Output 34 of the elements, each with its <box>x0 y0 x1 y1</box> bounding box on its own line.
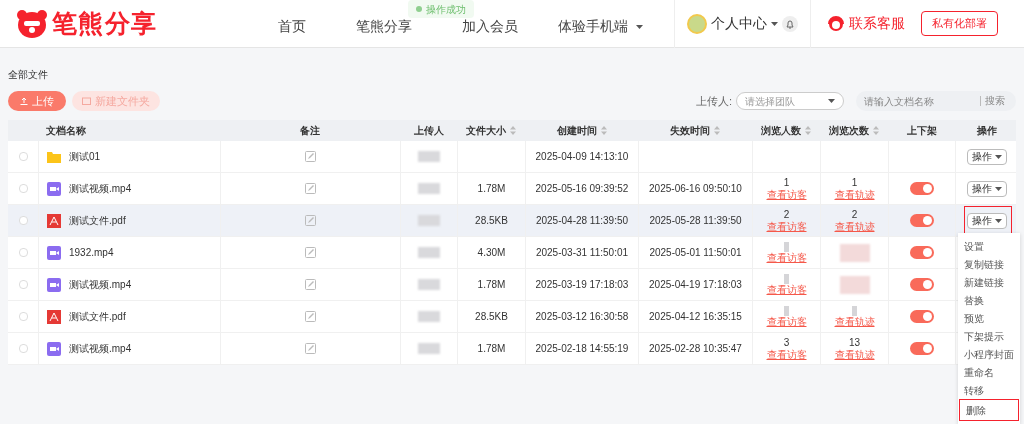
success-toast: 操作成功 <box>408 0 474 18</box>
created-time: 2025-03-31 11:50:01 <box>535 246 629 260</box>
count-text: 1 <box>783 176 790 189</box>
created-time: 2025-03-19 17:18:03 <box>535 278 629 292</box>
file-size: 28.5KB <box>475 310 508 324</box>
created-time: 2025-04-28 11:39:50 <box>535 214 629 228</box>
count-text: 13 <box>848 336 861 349</box>
column-header: 文档名称 <box>46 124 86 138</box>
expiry-time: 2025-04-19 17:18:03 <box>649 278 742 292</box>
expiry-time: 2025-05-28 11:39:50 <box>649 214 742 228</box>
file-size: 1.78M <box>477 342 506 356</box>
column-header: 上下架 <box>906 124 937 138</box>
file-size: 1.78M <box>477 182 506 196</box>
count-text: 3 <box>783 336 790 349</box>
file-size: 1.78M <box>477 278 506 292</box>
count-text: 2 <box>783 208 790 221</box>
breadcrumb: 全部文件 <box>8 68 49 82</box>
created-time: 2025-05-16 09:39:52 <box>535 182 629 196</box>
file-size: 28.5KB <box>475 214 508 228</box>
expiry-time: 2025-05-01 11:50:01 <box>649 246 742 260</box>
column-header: 操作 <box>976 124 997 138</box>
expiry-time: 2025-04-12 16:35:15 <box>649 310 742 324</box>
count-text: 1 <box>851 176 858 189</box>
created-time: 2025-03-12 16:30:58 <box>535 310 629 324</box>
logo-text: 笔熊分享 <box>52 7 157 39</box>
created-time: 2025-04-09 14:13:10 <box>535 150 629 164</box>
column-header: 上传人 <box>413 124 444 138</box>
count-text: 2 <box>851 208 858 221</box>
uploader-label: 上传人: <box>695 93 732 109</box>
expiry-time: 2025-06-16 09:50:10 <box>649 182 742 196</box>
created-time: 2025-02-18 14:55:19 <box>535 342 629 356</box>
expiry-time: 2025-02-28 10:35:47 <box>649 342 742 356</box>
column-header: 备注 <box>300 124 320 138</box>
file-size: 4.30M <box>477 246 506 260</box>
